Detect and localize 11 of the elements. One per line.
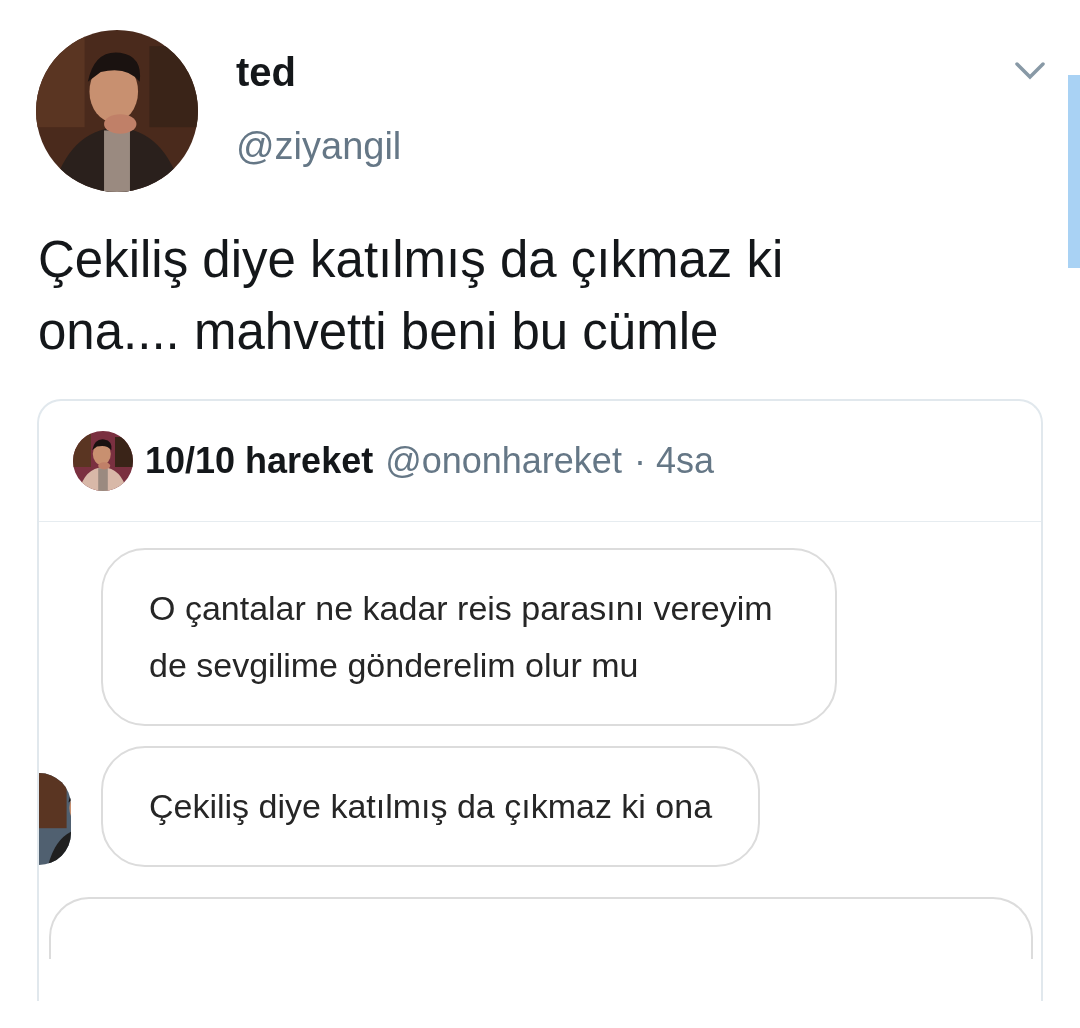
user-handle[interactable]: @ziyangil xyxy=(236,125,402,168)
message-bubble: Çekiliş diye katılmış da çıkmaz ki ona xyxy=(101,745,761,867)
quoted-tweet-card[interactable]: 10/10 hareket @ononhareket · 4sa O çantalar ne kadar reis parasını vereyim de sevgilime gönderelim olur mu Çekiliş diye katılmış da çıkmaz ki ona xyxy=(37,398,1043,1001)
display-name[interactable]: ted xyxy=(236,50,402,95)
display-name[interactable]: 10/10 hareket xyxy=(145,439,374,482)
tweet-text: Çekiliş diye katılmış da çıkmaz ki ona.... mahvetti beni bu cümle xyxy=(37,230,785,363)
scrollbar[interactable] xyxy=(1068,75,1080,268)
chevron-icon[interactable] xyxy=(1014,60,1046,82)
message-bubble: O çantalar ne kadar reis parasını vereyim de sevgilime gönderelim olur mu xyxy=(101,547,837,726)
tweet-time: · 4sa xyxy=(633,439,714,482)
user-handle[interactable]: @ononhareket xyxy=(385,439,622,482)
